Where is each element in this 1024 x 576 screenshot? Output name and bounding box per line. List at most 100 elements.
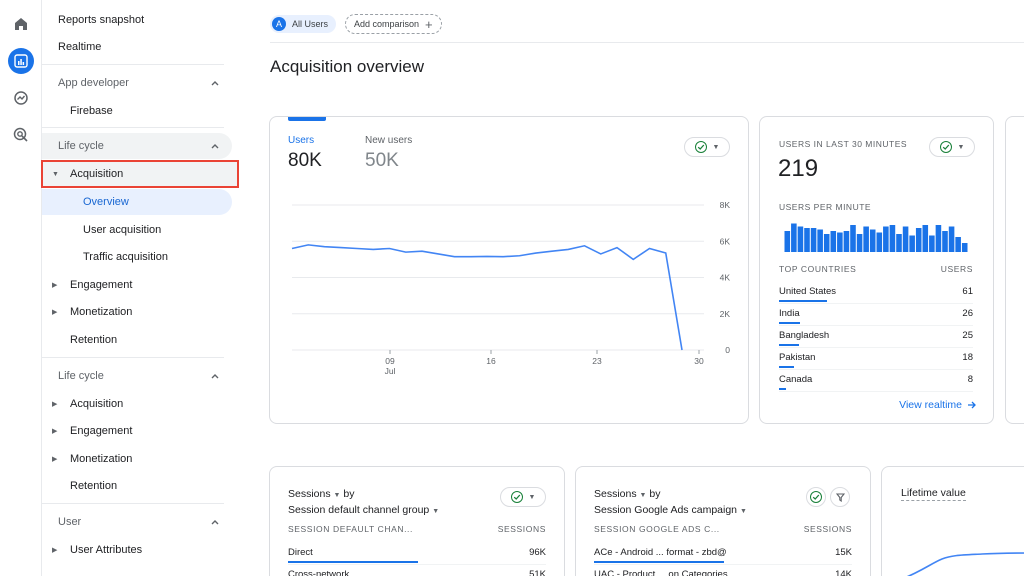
- row-share-bar: [594, 561, 724, 563]
- country-share-bar: [779, 366, 794, 368]
- column-header-sessions: SESSIONS: [803, 524, 852, 534]
- navigation-rail: [0, 0, 42, 576]
- sidebar-item-retention[interactable]: Retention: [42, 327, 232, 353]
- section-app-developer[interactable]: App developer: [42, 70, 232, 96]
- sidebar-item-monetization[interactable]: ▶ Monetization: [42, 299, 232, 325]
- row-label: ACe - Android ... format - zbd@: [594, 547, 727, 558]
- add-comparison-button[interactable]: Add comparison +: [345, 14, 442, 34]
- caret-down-icon: ▼: [333, 492, 341, 499]
- sidebar-item-label: Engagement: [70, 425, 133, 437]
- sidebar-item-monetization-2[interactable]: ▶ Monetization: [42, 446, 232, 472]
- users-line-chart: 8K 6K 4K 2K 0 09 16 23 30 Jul: [291, 200, 731, 376]
- section-label: User: [58, 516, 82, 528]
- table-row[interactable]: Direct 96K: [288, 543, 546, 565]
- chevron-up-icon: [211, 520, 219, 525]
- per-minute-bar: [948, 226, 955, 252]
- sidebar-item-label: Engagement: [70, 279, 133, 291]
- dimension-label: Session default channel group: [288, 504, 430, 516]
- per-minute-bar: [797, 226, 804, 252]
- sidebar-item-acquisition[interactable]: ▼ Acquisition: [41, 160, 239, 188]
- sidebar-item-label: Monetization: [70, 453, 133, 465]
- section-life-cycle[interactable]: Life cycle: [42, 133, 232, 159]
- plus-icon: +: [425, 16, 433, 32]
- country-name: India: [779, 308, 800, 319]
- per-minute-bar: [810, 228, 817, 252]
- per-minute-bar: [955, 237, 961, 252]
- per-minute-bar: [935, 225, 942, 252]
- country-share-bar: [779, 388, 787, 390]
- sidebar-item-label: Retention: [70, 334, 118, 346]
- filter-button[interactable]: [830, 487, 850, 507]
- sidebar-item-label: Monetization: [70, 306, 133, 318]
- metric-label: Sessions: [594, 488, 637, 500]
- sidebar-item-label: Retention: [70, 480, 118, 492]
- country-row: Pakistan 18: [779, 348, 973, 370]
- sidebar-item-reports-snapshot[interactable]: Reports snapshot: [42, 7, 232, 33]
- home-icon[interactable]: [8, 11, 34, 37]
- x-tick-label: 09: [385, 356, 395, 366]
- sidebar-item-overview[interactable]: Overview: [42, 189, 232, 215]
- sidebar-item-engagement[interactable]: ▶ Engagement: [42, 272, 232, 298]
- sidebar-item-firebase[interactable]: Firebase: [42, 98, 232, 124]
- x-tick-label: 30: [694, 356, 704, 366]
- per-minute-bar: [915, 228, 922, 252]
- per-minute-bar: [896, 234, 902, 252]
- per-minute-bar: [869, 229, 876, 252]
- view-realtime-link[interactable]: View realtime: [899, 399, 977, 411]
- per-minute-bar: [843, 231, 850, 252]
- table-row[interactable]: UAC - Product ... on Categories 14K: [594, 565, 852, 576]
- sidebar-item-realtime[interactable]: Realtime: [42, 34, 232, 60]
- country-share-bar: [779, 300, 827, 302]
- country-share-bar: [779, 322, 800, 324]
- sidebar-item-retention-2[interactable]: Retention: [42, 473, 232, 499]
- table-row[interactable]: Cross-network 51K: [288, 565, 546, 576]
- sidebar-item-label: Traffic acquisition: [83, 251, 168, 263]
- chevron-up-icon: [211, 374, 219, 379]
- sidebar-item-label: Realtime: [58, 41, 102, 53]
- y-tick-label: 8K: [720, 200, 731, 210]
- row-value: 51K: [529, 569, 546, 576]
- country-name: United States: [779, 286, 837, 297]
- caret-down-icon: ▼: [639, 492, 647, 499]
- y-tick-label: 6K: [720, 236, 731, 246]
- sidebar-divider: [42, 127, 224, 128]
- caret-down-icon: ▼: [52, 170, 59, 178]
- sidebar-item-engagement-2[interactable]: ▶ Engagement: [42, 418, 232, 444]
- explore-icon[interactable]: [8, 85, 34, 111]
- sessions-channel-insights[interactable]: ▼: [500, 487, 546, 507]
- per-minute-bar: [791, 223, 797, 252]
- country-row: India 26: [779, 304, 973, 326]
- sidebar-item-traffic-acquisition[interactable]: Traffic acquisition: [42, 244, 232, 270]
- country-row: United States 61: [779, 282, 973, 304]
- sidebar-item-user-attributes[interactable]: ▶ User Attributes: [42, 537, 232, 563]
- per-minute-bar: [876, 232, 883, 252]
- advertising-icon[interactable]: [8, 122, 34, 148]
- sessions-channel-title[interactable]: Sessions ▼ by Session default channel gr…: [288, 487, 439, 519]
- page-title: Acquisition overview: [270, 57, 425, 76]
- sidebar-item-label: User acquisition: [83, 224, 162, 236]
- all-users-label: All Users: [292, 19, 329, 29]
- sidebar-item-label: Acquisition: [70, 398, 124, 410]
- x-tick-label: 23: [592, 356, 602, 366]
- sessions-campaign-insights[interactable]: [806, 487, 826, 507]
- per-minute-bar: [817, 229, 823, 252]
- x-month-label: Jul: [385, 366, 396, 376]
- per-minute-bar: [909, 235, 915, 252]
- sidebar-item-user-acquisition[interactable]: User acquisition: [42, 217, 232, 243]
- x-tick-label: 16: [486, 356, 496, 366]
- sidebar-item-label: User Attributes: [70, 544, 143, 556]
- section-life-cycle-2[interactable]: Life cycle: [42, 363, 232, 389]
- realtime-card: USERS IN LAST 30 MINUTES ▼ 219 USERS PER…: [759, 116, 994, 424]
- by-label: by: [343, 488, 355, 500]
- check-circle-icon: [510, 491, 523, 503]
- section-user[interactable]: User: [42, 509, 232, 535]
- all-users-chip[interactable]: A All Users: [270, 15, 337, 33]
- per-minute-bar: [961, 243, 968, 252]
- country-row: Canada 8: [779, 370, 973, 392]
- reports-icon[interactable]: [8, 48, 34, 74]
- sessions-campaign-title[interactable]: Sessions ▼ by Session Google Ads campaig…: [594, 487, 747, 519]
- country-row: Bangladesh 25: [779, 326, 973, 348]
- table-row[interactable]: ACe - Android ... format - zbd@ 15K: [594, 543, 852, 565]
- caret-right-icon: ▶: [52, 401, 58, 408]
- sidebar-item-acquisition-2[interactable]: ▶ Acquisition: [42, 391, 232, 417]
